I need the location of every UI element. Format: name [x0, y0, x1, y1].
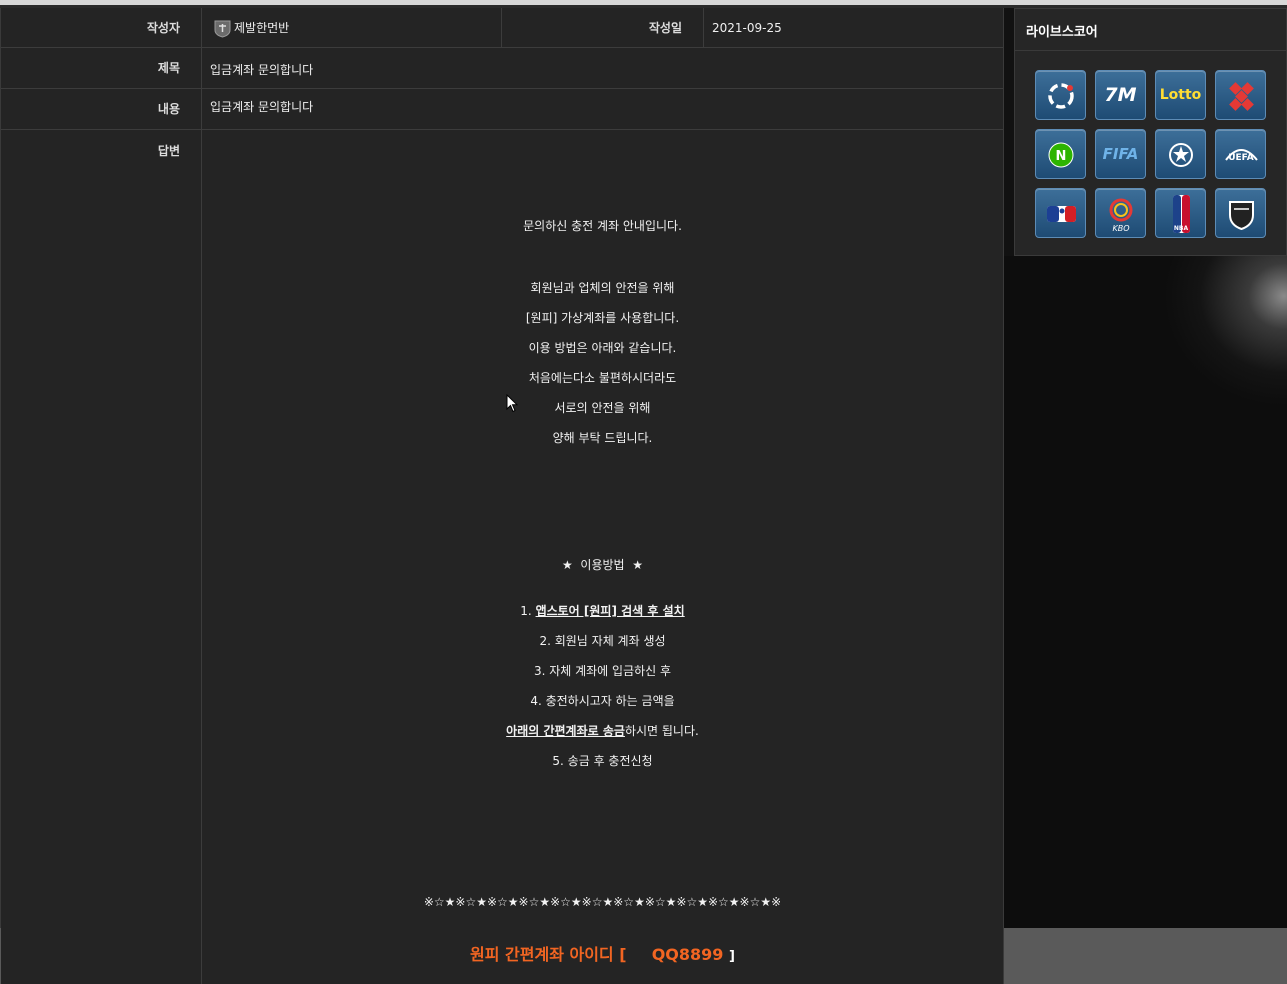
post-content: 입금계좌 문의합니다: [210, 100, 314, 114]
mouse-cursor-icon: [506, 394, 518, 413]
answer-line: 회원님과 업체의 안전을 위해: [530, 281, 675, 295]
lotto-icon: Lotto: [1159, 87, 1202, 103]
naver-tile[interactable]: N: [1035, 129, 1086, 179]
livescore-icon: [1048, 83, 1074, 109]
account-label: 원피 간편계좌 아이디 [: [470, 945, 627, 964]
answer-line: 양해 부탁 드립니다.: [552, 431, 653, 445]
step-4: 4. 충전하시고자 하는 금액을: [530, 694, 675, 708]
author-name[interactable]: 제발한먼반: [234, 19, 289, 36]
cross-tile[interactable]: [1215, 70, 1266, 120]
uefa-tile[interactable]: UEFA: [1215, 129, 1266, 179]
background-footer: [1004, 928, 1287, 984]
step-5: 5. 송금 후 충전신청: [552, 754, 653, 768]
author-label: 작성자: [1, 8, 202, 47]
naver-letter: N: [1056, 149, 1067, 164]
account-info: 원피 간편계좌 아이디 [ QQ8899 ]: [202, 941, 1003, 965]
answer-label: 답변: [1, 130, 202, 984]
panel-divider: [1015, 50, 1286, 51]
7m-tile[interactable]: 7M: [1095, 70, 1146, 120]
step-1-link[interactable]: 앱스토어 [원피] 검색 후 설치: [536, 604, 685, 618]
stars-divider: ※☆★※☆★※☆★※☆★※☆★※☆★※☆★※☆★※☆★※☆★※☆★※: [423, 895, 782, 909]
naver-icon: N: [1048, 142, 1074, 168]
post-detail-table: 작성자 제발한먼반 작성일 2021-09-25 제목 입금계좌 문의합니다 내…: [0, 8, 1004, 984]
date-label: 작성일: [501, 8, 704, 48]
answer-line: 서로의 안전을 위해: [554, 401, 651, 415]
livescore-title: 라이브스코어: [1026, 25, 1098, 40]
cross-icon: [1229, 82, 1254, 111]
fifa-icon: FIFA: [1102, 145, 1139, 163]
step-3: 3. 자체 계좌에 입금하신 후: [533, 664, 672, 678]
account-id: QQ8899: [651, 945, 724, 964]
fifa-tile[interactable]: FIFA: [1095, 129, 1146, 179]
mlb-tile[interactable]: [1035, 188, 1086, 238]
answer-line: 이용 방법은 아래와 같습니다.: [528, 341, 677, 355]
title-label: 제목: [1, 48, 202, 88]
step-4-suffix: 하시면 됩니다.: [624, 724, 699, 738]
top-bar: [0, 0, 1287, 8]
title-row: 제목 입금계좌 문의합니다: [1, 48, 1003, 89]
nhl-tile[interactable]: [1215, 188, 1266, 238]
7m-icon: 7M: [1104, 84, 1137, 106]
nhl-icon: [1229, 201, 1254, 231]
lotto-tile[interactable]: Lotto: [1155, 70, 1206, 120]
answer-intro: 문의하신 충전 계좌 안내입니다.: [523, 219, 682, 233]
answer-line: [원피] 가상계좌를 사용합니다.: [525, 311, 680, 325]
champions-league-icon: [1169, 143, 1193, 167]
content-label: 내용: [1, 89, 202, 129]
uefa-icon: UEFA: [1225, 149, 1258, 163]
step-2: 2. 회원님 자체 계좌 생성: [539, 634, 666, 648]
background-light-glow: [1004, 256, 1287, 928]
mlb-icon: [1047, 206, 1076, 222]
livescore-panel: 라이브스코어 7M Lotto N FIFA UEFA KBO NBA: [1014, 8, 1287, 256]
champions-league-tile[interactable]: [1155, 129, 1206, 179]
kbo-tile[interactable]: KBO: [1095, 188, 1146, 238]
level-badge-icon: [214, 20, 231, 38]
content-row: 내용 입금계좌 문의합니다: [1, 89, 1003, 130]
uefa-text: UEFA: [1228, 153, 1254, 163]
author-row: 작성자 제발한먼반 작성일 2021-09-25: [1, 8, 1003, 48]
answer-body: 문의하신 충전 계좌 안내입니다. 회원님과 업체의 안전을 위해 [원피] 가…: [202, 130, 1003, 984]
answer-row: 답변 문의하신 충전 계좌 안내입니다. 회원님과 업체의 안전을 위해 [원피…: [1, 130, 1003, 984]
nba-icon: NBA: [1173, 195, 1190, 233]
kbo-text: KBO: [1112, 224, 1129, 233]
account-close: ]: [729, 949, 735, 964]
step-4-continued: 아래의 간편계좌로 송금하시면 됩니다.: [202, 722, 1003, 739]
answer-line: 처음에는다소 불편하시더라도: [528, 371, 677, 385]
howto-title: ★ 이용방법 ★: [562, 558, 643, 572]
step-1: 1. 앱스토어 [원피] 검색 후 설치: [202, 602, 1003, 619]
livescore-tile[interactable]: [1035, 70, 1086, 120]
nba-tile[interactable]: NBA: [1155, 188, 1206, 238]
post-date: 2021-09-25: [712, 21, 782, 35]
left-edge: [0, 928, 1, 984]
post-title: 입금계좌 문의합니다: [210, 63, 314, 77]
kbo-icon: KBO: [1109, 198, 1133, 233]
step-1-prefix: 1.: [520, 604, 536, 618]
nba-text: NBA: [1174, 225, 1189, 232]
step-4-link[interactable]: 아래의 간편계좌로 송금: [506, 724, 625, 738]
